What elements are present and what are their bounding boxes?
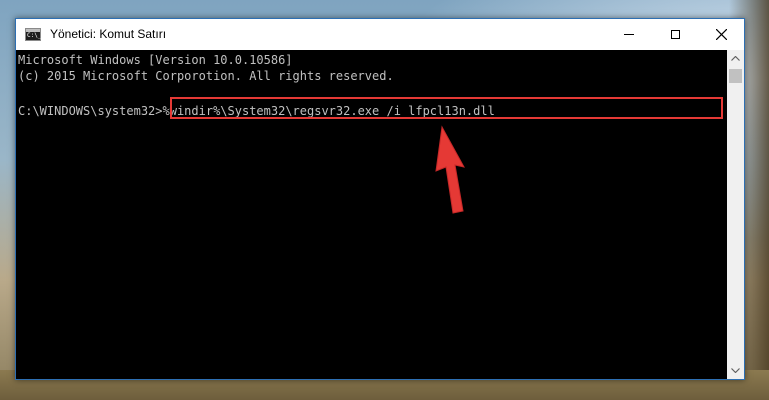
console-line: (c) 2015 Microsoft Corporotion. All righ… [18, 69, 394, 83]
scroll-down-button[interactable] [727, 362, 744, 379]
console-line: Microsoft Windows [Version 10.0.10586] [18, 53, 293, 67]
command-highlight-box [170, 97, 723, 119]
scrollbar-thumb[interactable] [729, 69, 742, 83]
chevron-down-icon [731, 368, 740, 373]
title-bar[interactable]: C:\_ Yönetici: Komut Satırı [16, 19, 744, 50]
cmd-app-icon: C:\_ [25, 28, 41, 41]
maximize-button[interactable] [652, 19, 698, 50]
vertical-scrollbar[interactable] [727, 50, 744, 379]
scroll-up-button[interactable] [727, 50, 744, 67]
red-arrow-icon [435, 125, 465, 214]
minimize-button[interactable] [606, 19, 652, 50]
command-prompt-window[interactable]: C:\_ Yönetici: Komut Satırı Microsoft Wi… [15, 18, 745, 380]
minimize-icon [624, 34, 634, 35]
command-prompt: C:\WINDOWS\system32> [18, 104, 163, 118]
close-button[interactable] [698, 19, 744, 50]
close-icon [715, 29, 727, 40]
desktop-background: C:\_ Yönetici: Komut Satırı Microsoft Wi… [0, 0, 769, 400]
chevron-up-icon [731, 56, 740, 61]
maximize-icon [670, 30, 680, 39]
window-title: Yönetici: Komut Satırı [50, 27, 167, 41]
